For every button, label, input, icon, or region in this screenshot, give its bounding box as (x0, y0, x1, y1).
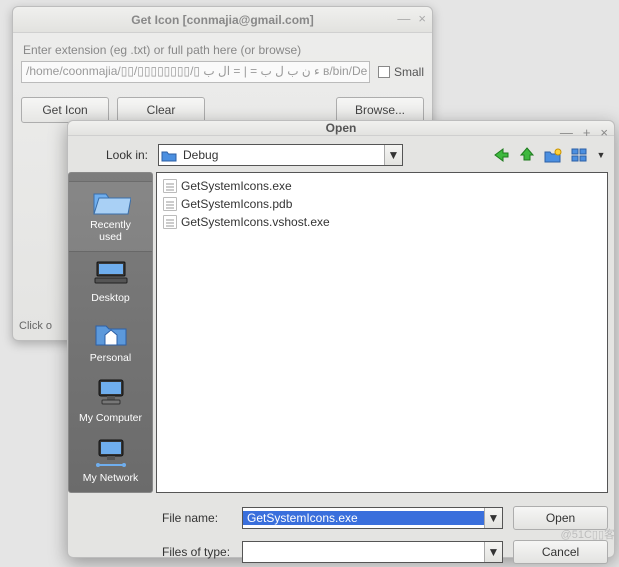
small-checkbox[interactable]: Small (378, 65, 424, 79)
watermark: @51C▯▯客 (561, 526, 615, 542)
list-item[interactable]: GetSystemIcons.pdb (159, 195, 605, 213)
computer-icon (69, 376, 152, 410)
filename-input[interactable]: GetSystemIcons.exe ▼ (242, 507, 503, 529)
file-list[interactable]: GetSystemIcons.exe GetSystemIcons.pdb Ge… (156, 172, 608, 493)
window-title: Get Icon [conmajia@gmail.com] (131, 13, 313, 27)
file-icon (163, 179, 177, 193)
file-icon (163, 215, 177, 229)
places-bar: Recently used Desktop Personal My Comput… (68, 172, 153, 493)
place-recent[interactable]: Recently used (69, 181, 152, 252)
up-button[interactable] (516, 144, 538, 166)
titlebar[interactable]: Get Icon [conmajia@gmail.com] — × (13, 7, 432, 33)
small-label: Small (394, 65, 424, 79)
place-my-network[interactable]: My Network (69, 434, 152, 492)
minimize-icon[interactable]: — (560, 125, 573, 140)
back-button[interactable] (490, 144, 512, 166)
chevron-down-icon: ▼ (384, 145, 402, 165)
dialog-title: Open (326, 121, 357, 135)
footer-text: Click o (19, 320, 52, 332)
chevron-down-icon[interactable]: ▼ (484, 542, 502, 562)
desktop-icon (69, 256, 152, 290)
home-folder-icon (69, 316, 152, 350)
instruction-label: Enter extension (eg .txt) or full path h… (23, 43, 424, 57)
lookin-label: Look in: (78, 148, 150, 162)
place-personal[interactable]: Personal (69, 314, 152, 372)
folder-recent-icon (69, 184, 152, 218)
close-icon[interactable]: × (418, 11, 426, 26)
place-my-computer[interactable]: My Computer (69, 374, 152, 432)
close-icon[interactable]: × (600, 125, 608, 140)
network-icon (69, 436, 152, 470)
list-item[interactable]: GetSystemIcons.exe (159, 177, 605, 195)
folder-icon (159, 149, 179, 162)
path-input[interactable]: /home/coonmajia/▯▯/▯▯▯▯▯▯▯▯/▯ ء ن ب ل ب … (21, 61, 370, 83)
file-icon (163, 197, 177, 211)
list-item[interactable]: GetSystemIcons.vshost.exe (159, 213, 605, 231)
cancel-button[interactable]: Cancel (513, 540, 608, 564)
filetype-label: Files of type: (162, 545, 232, 559)
filename-label: File name: (162, 511, 232, 525)
titlebar[interactable]: Open — + × (68, 121, 614, 136)
view-menu-dropdown[interactable]: ▼ (594, 144, 608, 166)
maximize-icon[interactable]: + (583, 125, 591, 140)
lookin-value: Debug (179, 148, 384, 162)
open-dialog: Open — + × Look in: Debug ▼ (67, 120, 615, 558)
chevron-down-icon[interactable]: ▼ (484, 508, 502, 528)
minimize-icon[interactable]: — (397, 11, 410, 26)
lookin-combo[interactable]: Debug ▼ (158, 144, 403, 166)
view-menu-button[interactable] (568, 144, 590, 166)
checkbox-box (378, 66, 390, 78)
place-desktop[interactable]: Desktop (69, 254, 152, 312)
new-folder-button[interactable] (542, 144, 564, 166)
